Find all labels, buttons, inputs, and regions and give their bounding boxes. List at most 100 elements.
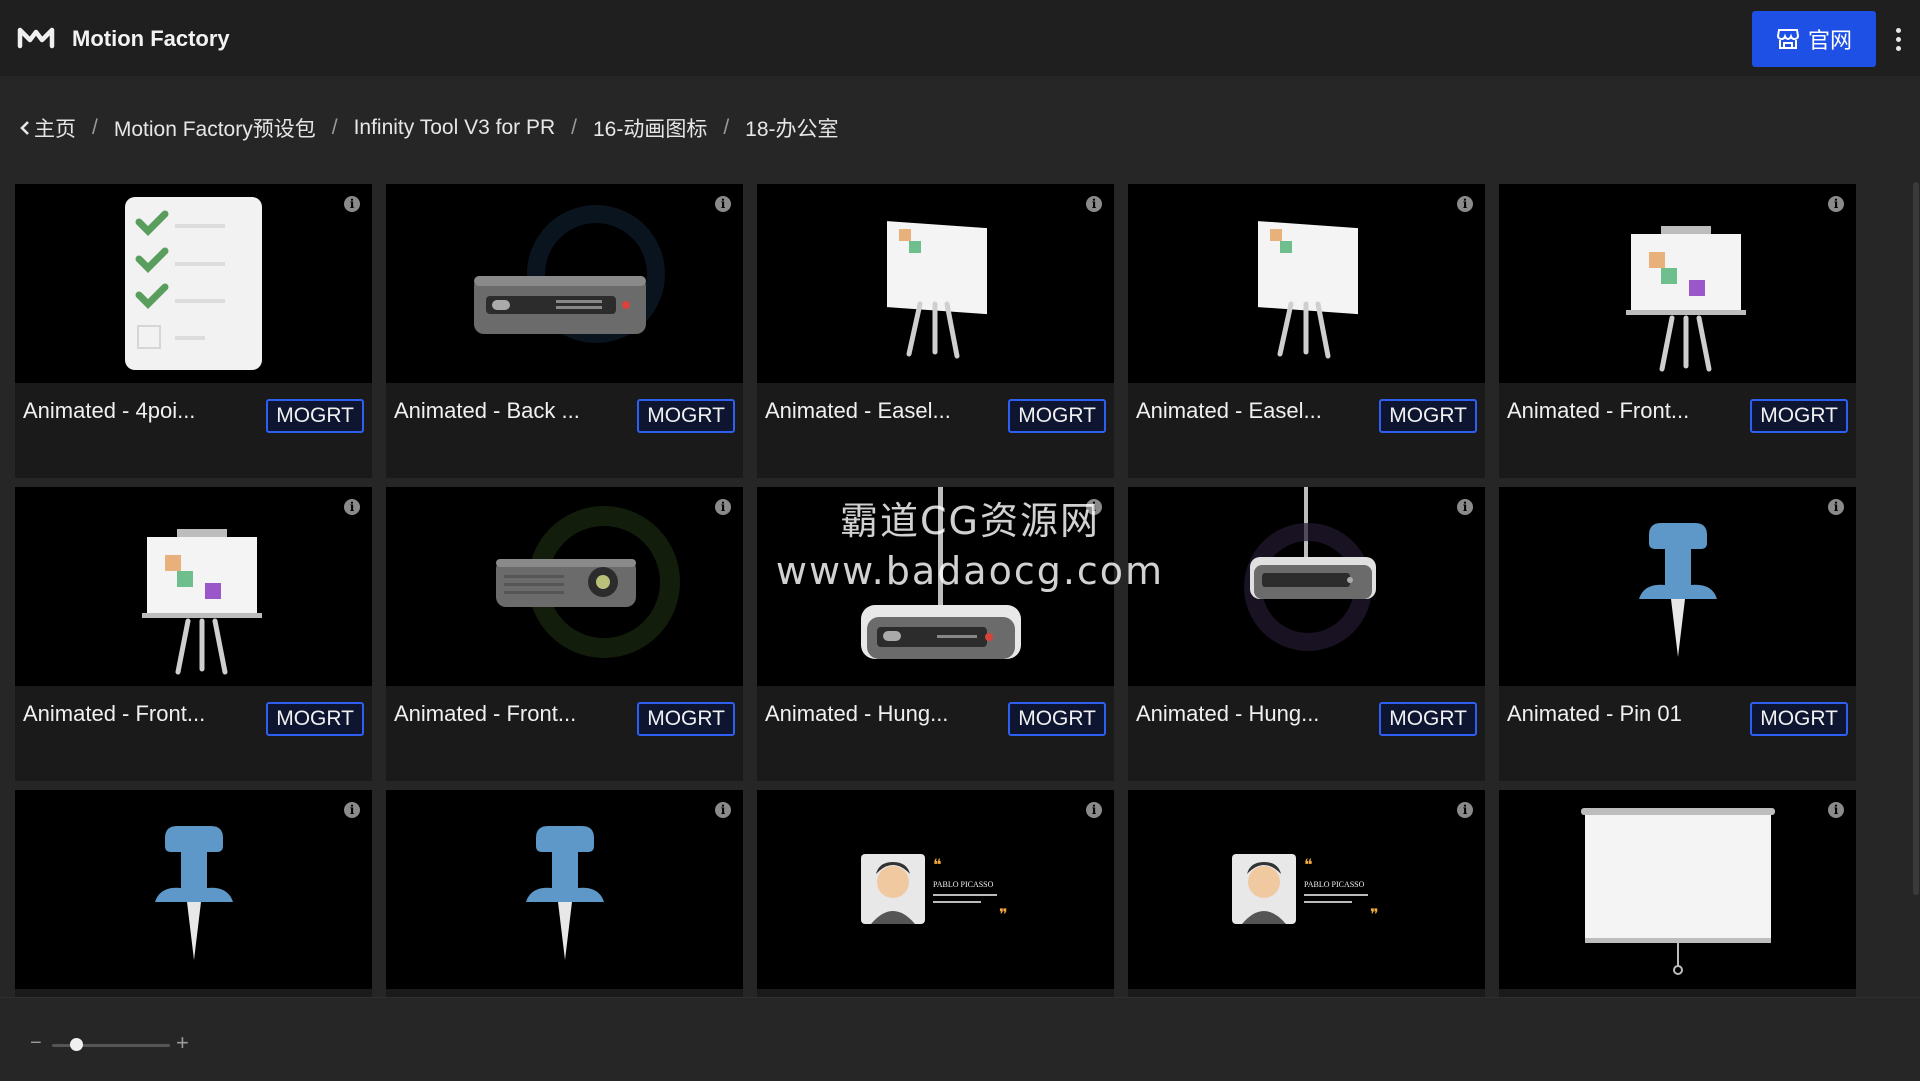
easel-icon [887,221,987,359]
asset-thumbnail[interactable]: i [1128,487,1485,686]
breadcrumb-item-infinity-tool[interactable]: Infinity Tool V3 for PR [354,116,556,140]
mogrt-badge: MOGRT [1750,399,1848,433]
info-icon[interactable]: i [1086,499,1102,515]
info-icon[interactable]: i [1828,196,1844,212]
asset-card[interactable]: i Animated - Front... MOGRT [15,487,372,781]
info-icon[interactable]: i [1457,499,1473,515]
easel-front-icon [1626,226,1746,372]
asset-thumbnail[interactable]: ❝ PABLO PICASSO ❞ i [757,790,1114,989]
svg-text:❝: ❝ [933,855,942,874]
breadcrumb-item-office[interactable]: 18-办公室 [745,113,838,143]
breadcrumb: 主页 / Motion Factory预设包 / Infinity Tool V… [20,113,839,143]
info-icon[interactable]: i [715,499,731,515]
storefront-icon [1776,29,1799,49]
breadcrumb-item-animated-icons[interactable]: 16-动画图标 [593,113,707,143]
svg-text:❝: ❝ [1304,855,1313,874]
mogrt-badge: MOGRT [1008,399,1106,433]
projector-back-icon [474,205,665,343]
zoom-in-icon[interactable]: + [176,1030,189,1056]
asset-name: Animated - Front... [1507,398,1690,423]
asset-name: Animated - Easel... [765,398,951,423]
projector-front-icon [496,506,680,658]
info-icon[interactable]: i [1457,802,1473,818]
info-icon[interactable]: i [1457,196,1473,212]
asset-card[interactable]: i Animated - Pin 01 MOGRT [1499,487,1856,781]
breadcrumb-home[interactable]: 主页 [20,113,76,143]
bottom-bar [0,997,1920,1081]
asset-thumbnail[interactable]: i [1499,790,1856,989]
pushpin-icon [1639,523,1717,657]
breadcrumb-item-presets[interactable]: Motion Factory预设包 [114,113,316,143]
quote-card-icon: ❝ PABLO PICASSO ❞ [861,854,1008,924]
official-site-label: 官网 [1807,28,1852,53]
asset-card[interactable]: i Animated - Hung... MOGRT [757,487,1114,781]
asset-thumbnail[interactable]: i [15,487,372,686]
info-icon[interactable]: i [1086,802,1102,818]
more-menu-icon[interactable] [1888,22,1908,56]
asset-name: Animated - Easel... [1136,398,1322,423]
mogrt-badge: MOGRT [1008,702,1106,736]
pushpin-icon [526,826,604,960]
projector-hung-icon [861,487,1021,659]
zoom-out-icon[interactable]: − [30,1032,42,1055]
checklist-icon [125,197,262,370]
asset-thumbnail[interactable]: i [386,487,743,686]
info-icon[interactable]: i [344,196,360,212]
info-icon[interactable]: i [344,499,360,515]
asset-thumbnail[interactable]: i [1128,184,1485,383]
pushpin-icon [155,826,233,960]
info-icon[interactable]: i [1086,196,1102,212]
asset-thumbnail[interactable]: i [15,790,372,989]
asset-card[interactable]: i Animated - 4poi... MOGRT [15,184,372,478]
asset-card[interactable]: i Animated - Easel... MOGRT [1128,184,1485,478]
asset-thumbnail[interactable]: i [1499,487,1856,686]
mogrt-badge: MOGRT [266,702,364,736]
app-title: Motion Factory [72,26,230,51]
quote-card-icon: ❝ PABLO PICASSO ❞ [1232,854,1379,924]
asset-name: Animated - Hung... [765,701,949,726]
info-icon[interactable]: i [1828,499,1844,515]
quote-author-text: PABLO PICASSO [1304,880,1365,889]
asset-card[interactable]: i Animated - Easel... MOGRT [757,184,1114,478]
projection-screen-icon [1581,808,1775,975]
breadcrumb-separator: / [331,116,338,139]
asset-thumbnail[interactable]: i [386,184,743,383]
asset-card[interactable]: ❝ PABLO PICASSO ❞ i [1128,790,1485,997]
asset-name: Animated - 4poi... [23,398,196,423]
asset-name: Animated - Back ... [394,398,580,423]
asset-name: Animated - Pin 01 [1507,701,1682,726]
asset-card[interactable]: i [1499,790,1856,997]
chevron-left-icon [20,121,29,135]
asset-thumbnail[interactable]: i [757,487,1114,686]
easel-icon [1258,221,1358,359]
asset-card[interactable]: i [386,790,743,997]
asset-card[interactable]: ❝ PABLO PICASSO ❞ i [757,790,1114,997]
quote-author-text: PABLO PICASSO [933,880,994,889]
asset-thumbnail[interactable]: i [757,184,1114,383]
asset-grid: i Animated - 4poi... MOGRT i Animated - … [15,184,1860,997]
grid-scrollbar[interactable] [1913,182,1919,895]
asset-card[interactable]: i Animated - Hung... MOGRT [1128,487,1485,781]
asset-thumbnail[interactable]: ❝ PABLO PICASSO ❞ i [1128,790,1485,989]
top-bar: Motion Factory 官网 [0,0,1920,76]
breadcrumb-separator: / [723,116,730,139]
asset-card[interactable]: i Animated - Front... MOGRT [1499,184,1856,478]
info-icon[interactable]: i [715,196,731,212]
asset-name: Animated - Front... [23,701,206,726]
zoom-slider-handle[interactable] [69,1038,83,1051]
official-site-button[interactable]: 官网 [1752,11,1876,67]
mogrt-badge: MOGRT [1379,399,1477,433]
asset-card[interactable]: i [15,790,372,997]
motion-factory-logo-icon[interactable] [16,22,56,54]
asset-card[interactable]: i Animated - Front... MOGRT [386,487,743,781]
info-icon[interactable]: i [715,802,731,818]
asset-card[interactable]: i Animated - Back ... MOGRT [386,184,743,478]
mogrt-badge: MOGRT [1379,702,1477,736]
easel-front-icon [142,529,262,675]
asset-thumbnail[interactable]: i [386,790,743,989]
asset-thumbnail[interactable]: i [15,184,372,383]
info-icon[interactable]: i [1828,802,1844,818]
info-icon[interactable]: i [344,802,360,818]
asset-name: Animated - Front... [394,701,577,726]
asset-thumbnail[interactable]: i [1499,184,1856,383]
